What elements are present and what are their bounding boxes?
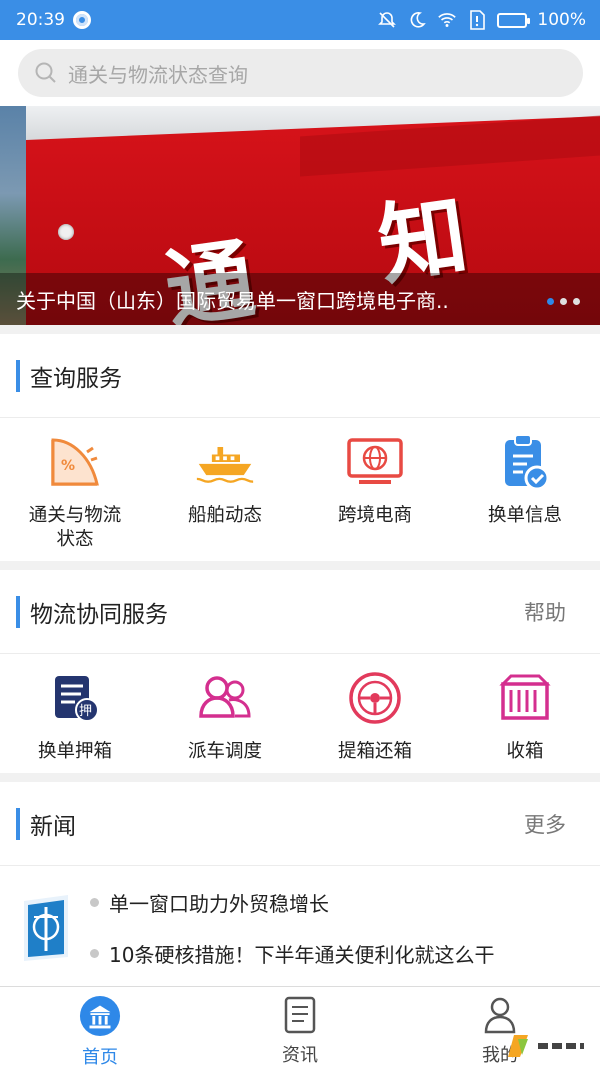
service-label: 提箱还箱 [337, 741, 412, 762]
tab-label: 资讯 [282, 1045, 318, 1066]
svg-text:押: 押 [79, 704, 92, 719]
home-bank-icon [79, 995, 121, 1037]
service-customs-logistics[interactable]: % 通关与物流 状态 [0, 432, 150, 552]
service-ship-status[interactable]: 船舶动态 [150, 432, 300, 552]
alarm-off-icon [377, 10, 397, 30]
battery-icon [497, 12, 531, 28]
banner-caption-text: 关于中国（山东）国际贸易单一窗口跨境电子商.. [16, 288, 449, 313]
news-title: 单一窗口助力外贸稳增长 [109, 892, 329, 916]
moon-icon [407, 10, 427, 30]
carousel-dot[interactable] [573, 298, 580, 305]
section-header: 新闻 更多 [0, 782, 600, 866]
carousel-dots [547, 298, 580, 305]
service-label: 换单信息 [487, 505, 562, 526]
bottom-tab-bar: 首页 资讯 我的 [0, 986, 600, 1067]
search-input[interactable]: 通关与物流状态查询 [18, 49, 583, 97]
sim-alert-icon [467, 10, 487, 30]
carousel-dot[interactable] [560, 298, 567, 305]
customs-chart-icon: % [45, 432, 105, 492]
service-label: 换单押箱 [37, 741, 112, 762]
service-label: 状态 [56, 529, 94, 550]
banner-caption[interactable]: 关于中国（山东）国际贸易单一窗口跨境电子商.. [0, 273, 600, 325]
status-bar: 20:39 100% [0, 0, 600, 40]
more-link[interactable]: 更多 [524, 809, 566, 839]
status-icons: 100% [377, 10, 586, 30]
help-link[interactable]: 帮助 [524, 597, 566, 627]
section-title: 新闻 [30, 813, 76, 840]
news-doc-icon [279, 995, 321, 1035]
section-title: 物流协同服务 [30, 601, 168, 628]
document-deposit-icon: 押 [45, 668, 105, 728]
battery-percent: 100% [537, 10, 586, 30]
search-icon [35, 62, 56, 83]
banner-carousel[interactable]: 通 知 关于中国（山东）国际贸易单一窗口跨境电子商.. [0, 106, 600, 325]
logistics-services-section: 物流协同服务 帮助 押 换单押箱 派车调度 提箱还箱 收箱 [0, 570, 600, 773]
service-label: 通关与物流 [28, 505, 122, 526]
bullet-icon [90, 898, 99, 907]
service-label: 船舶动态 [187, 505, 262, 526]
container-icon [495, 668, 555, 728]
watermark-logo [508, 1035, 590, 1057]
section-header: 物流协同服务 帮助 [0, 570, 600, 654]
user-icon [479, 995, 521, 1035]
service-receive-container[interactable]: 收箱 [450, 668, 600, 764]
search-bar: 通关与物流状态查询 [0, 40, 600, 106]
tab-news[interactable]: 资讯 [200, 987, 400, 1067]
ship-icon [195, 432, 255, 492]
service-grid: 押 换单押箱 派车调度 提箱还箱 收箱 [0, 654, 600, 764]
tab-label: 首页 [82, 1047, 118, 1067]
service-dispatch[interactable]: 派车调度 [150, 668, 300, 764]
news-section: 新闻 更多 单一窗口助力外贸稳增长 10条硬核措施！下半年通关便利化就这么干 [0, 782, 600, 986]
section-header: 查询服务 [0, 334, 600, 418]
service-pickup-return[interactable]: 提箱还箱 [300, 668, 450, 764]
clipboard-check-icon [495, 432, 555, 492]
search-placeholder: 通关与物流状态查询 [68, 62, 248, 87]
section-title: 查询服务 [30, 365, 122, 392]
carousel-dot[interactable] [547, 298, 554, 305]
steering-wheel-icon [345, 668, 405, 728]
service-cross-border-ecommerce[interactable]: 跨境电商 [300, 432, 450, 552]
sign-hole [58, 224, 74, 240]
service-exchange-info[interactable]: 换单信息 [450, 432, 600, 552]
service-grid: % 通关与物流 状态 船舶动态 跨境电商 换单信息 [0, 418, 600, 552]
people-icon [195, 668, 255, 728]
news-block[interactable]: 单一窗口助力外贸稳增长 10条硬核措施！下半年通关便利化就这么干 [0, 866, 600, 990]
news-item[interactable]: 单一窗口助力外贸稳增长 [90, 888, 494, 917]
customs-logo-icon [24, 895, 68, 961]
query-services-section: 查询服务 % 通关与物流 状态 船舶动态 跨境电商 换单信息 [0, 334, 600, 561]
service-label: 收箱 [506, 741, 544, 762]
bullet-icon [90, 949, 99, 958]
svg-text:%: % [61, 458, 75, 474]
globe-monitor-icon [345, 432, 405, 492]
wifi-icon [437, 10, 457, 30]
service-exchange-deposit[interactable]: 押 换单押箱 [0, 668, 150, 764]
status-time: 20:39 [16, 10, 65, 30]
notification-dot-icon [73, 11, 91, 29]
service-label: 跨境电商 [337, 505, 412, 526]
tab-home[interactable]: 首页 [0, 987, 200, 1067]
news-title: 10条硬核措施！下半年通关便利化就这么干 [109, 943, 495, 967]
news-list: 单一窗口助力外贸稳增长 10条硬核措施！下半年通关便利化就这么干 [90, 888, 494, 968]
service-label: 派车调度 [187, 741, 262, 762]
news-item[interactable]: 10条硬核措施！下半年通关便利化就这么干 [90, 939, 494, 968]
